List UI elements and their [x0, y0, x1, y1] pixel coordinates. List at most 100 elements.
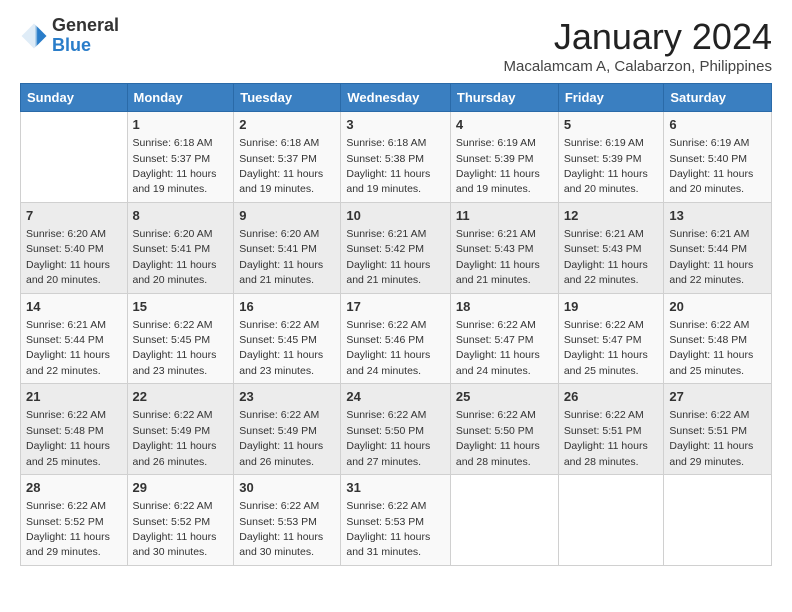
day-info: Sunrise: 6:21 AM Sunset: 5:42 PM Dayligh…: [346, 228, 430, 286]
day-info: Sunrise: 6:21 AM Sunset: 5:43 PM Dayligh…: [564, 228, 648, 286]
day-info: Sunrise: 6:22 AM Sunset: 5:53 PM Dayligh…: [346, 500, 430, 558]
day-info: Sunrise: 6:22 AM Sunset: 5:52 PM Dayligh…: [133, 500, 217, 558]
day-number: 26: [564, 388, 659, 406]
day-info: Sunrise: 6:22 AM Sunset: 5:50 PM Dayligh…: [346, 409, 430, 467]
day-number: 31: [346, 479, 445, 497]
calendar-week-row: 14 Sunrise: 6:21 AM Sunset: 5:44 PM Dayli…: [21, 293, 772, 384]
day-header-thursday: Thursday: [450, 84, 558, 112]
day-number: 28: [26, 479, 122, 497]
day-info: Sunrise: 6:22 AM Sunset: 5:52 PM Dayligh…: [26, 500, 110, 558]
calendar-cell: [450, 475, 558, 566]
day-header-sunday: Sunday: [21, 84, 128, 112]
day-info: Sunrise: 6:21 AM Sunset: 5:44 PM Dayligh…: [26, 319, 110, 377]
calendar-header-row: SundayMondayTuesdayWednesdayThursdayFrid…: [21, 84, 772, 112]
day-number: 24: [346, 388, 445, 406]
day-number: 22: [133, 388, 229, 406]
day-number: 16: [239, 298, 335, 316]
calendar-cell: 9 Sunrise: 6:20 AM Sunset: 5:41 PM Daylig…: [234, 202, 341, 293]
calendar-cell: 15 Sunrise: 6:22 AM Sunset: 5:45 PM Dayli…: [127, 293, 234, 384]
day-number: 19: [564, 298, 659, 316]
day-info: Sunrise: 6:21 AM Sunset: 5:43 PM Dayligh…: [456, 228, 540, 286]
day-info: Sunrise: 6:22 AM Sunset: 5:47 PM Dayligh…: [456, 319, 540, 377]
logo-icon: [20, 22, 48, 50]
calendar-cell: 14 Sunrise: 6:21 AM Sunset: 5:44 PM Dayli…: [21, 293, 128, 384]
calendar-cell: 11 Sunrise: 6:21 AM Sunset: 5:43 PM Dayli…: [450, 202, 558, 293]
calendar-cell: 18 Sunrise: 6:22 AM Sunset: 5:47 PM Dayli…: [450, 293, 558, 384]
day-info: Sunrise: 6:22 AM Sunset: 5:47 PM Dayligh…: [564, 319, 648, 377]
calendar-cell: 19 Sunrise: 6:22 AM Sunset: 5:47 PM Dayli…: [558, 293, 664, 384]
day-number: 8: [133, 207, 229, 225]
day-info: Sunrise: 6:22 AM Sunset: 5:48 PM Dayligh…: [26, 409, 110, 467]
day-number: 7: [26, 207, 122, 225]
calendar-cell: 26 Sunrise: 6:22 AM Sunset: 5:51 PM Dayli…: [558, 384, 664, 475]
day-info: Sunrise: 6:22 AM Sunset: 5:45 PM Dayligh…: [239, 319, 323, 377]
calendar-cell: 28 Sunrise: 6:22 AM Sunset: 5:52 PM Dayli…: [21, 475, 128, 566]
day-info: Sunrise: 6:22 AM Sunset: 5:53 PM Dayligh…: [239, 500, 323, 558]
calendar-cell: 5 Sunrise: 6:19 AM Sunset: 5:39 PM Daylig…: [558, 112, 664, 203]
calendar-cell: 3 Sunrise: 6:18 AM Sunset: 5:38 PM Daylig…: [341, 112, 451, 203]
day-info: Sunrise: 6:22 AM Sunset: 5:50 PM Dayligh…: [456, 409, 540, 467]
day-number: 3: [346, 116, 445, 134]
title-area: January 2024 Macalamcam A, Calabarzon, P…: [504, 16, 772, 75]
day-header-friday: Friday: [558, 84, 664, 112]
day-info: Sunrise: 6:19 AM Sunset: 5:39 PM Dayligh…: [456, 137, 540, 195]
day-info: Sunrise: 6:18 AM Sunset: 5:37 PM Dayligh…: [133, 137, 217, 195]
calendar-cell: 1Sunrise: 6:18 AM Sunset: 5:37 PM Daylig…: [127, 112, 234, 203]
calendar-week-row: 21 Sunrise: 6:22 AM Sunset: 5:48 PM Dayli…: [21, 384, 772, 475]
day-number: 18: [456, 298, 553, 316]
logo-general: General: [52, 16, 119, 36]
day-number: 15: [133, 298, 229, 316]
calendar-table: SundayMondayTuesdayWednesdayThursdayFrid…: [20, 83, 772, 566]
calendar-week-row: 1Sunrise: 6:18 AM Sunset: 5:37 PM Daylig…: [21, 112, 772, 203]
day-number: 23: [239, 388, 335, 406]
day-info: Sunrise: 6:22 AM Sunset: 5:49 PM Dayligh…: [239, 409, 323, 467]
day-info: Sunrise: 6:18 AM Sunset: 5:38 PM Dayligh…: [346, 137, 430, 195]
calendar-cell: 16 Sunrise: 6:22 AM Sunset: 5:45 PM Dayli…: [234, 293, 341, 384]
location-subtitle: Macalamcam A, Calabarzon, Philippines: [504, 58, 772, 75]
day-info: Sunrise: 6:22 AM Sunset: 5:51 PM Dayligh…: [669, 409, 753, 467]
calendar-cell: [558, 475, 664, 566]
calendar-cell: 12 Sunrise: 6:21 AM Sunset: 5:43 PM Dayli…: [558, 202, 664, 293]
calendar-week-row: 28 Sunrise: 6:22 AM Sunset: 5:52 PM Dayli…: [21, 475, 772, 566]
calendar-cell: 13 Sunrise: 6:21 AM Sunset: 5:44 PM Dayli…: [664, 202, 772, 293]
calendar-cell: 20Sunrise: 6:22 AM Sunset: 5:48 PM Dayli…: [664, 293, 772, 384]
day-info: Sunrise: 6:22 AM Sunset: 5:51 PM Dayligh…: [564, 409, 648, 467]
day-number: 11: [456, 207, 553, 225]
day-info: Sunrise: 6:20 AM Sunset: 5:41 PM Dayligh…: [133, 228, 217, 286]
day-info: Sunrise: 6:21 AM Sunset: 5:44 PM Dayligh…: [669, 228, 753, 286]
day-number: 14: [26, 298, 122, 316]
day-number: 21: [26, 388, 122, 406]
day-number: 17: [346, 298, 445, 316]
day-info: Sunrise: 6:19 AM Sunset: 5:40 PM Dayligh…: [669, 137, 753, 195]
calendar-cell: 4 Sunrise: 6:19 AM Sunset: 5:39 PM Daylig…: [450, 112, 558, 203]
calendar-cell: 7Sunrise: 6:20 AM Sunset: 5:40 PM Daylig…: [21, 202, 128, 293]
calendar-cell: 17 Sunrise: 6:22 AM Sunset: 5:46 PM Dayli…: [341, 293, 451, 384]
day-info: Sunrise: 6:20 AM Sunset: 5:41 PM Dayligh…: [239, 228, 323, 286]
logo: General Blue: [20, 16, 119, 56]
calendar-cell: 29 Sunrise: 6:22 AM Sunset: 5:52 PM Dayli…: [127, 475, 234, 566]
calendar-cell: 21 Sunrise: 6:22 AM Sunset: 5:48 PM Dayli…: [21, 384, 128, 475]
calendar-cell: 27 Sunrise: 6:22 AM Sunset: 5:51 PM Dayli…: [664, 384, 772, 475]
day-header-saturday: Saturday: [664, 84, 772, 112]
calendar-week-row: 7Sunrise: 6:20 AM Sunset: 5:40 PM Daylig…: [21, 202, 772, 293]
day-number: 12: [564, 207, 659, 225]
day-info: Sunrise: 6:22 AM Sunset: 5:46 PM Dayligh…: [346, 319, 430, 377]
day-number: 27: [669, 388, 766, 406]
day-info: Sunrise: 6:22 AM Sunset: 5:45 PM Dayligh…: [133, 319, 217, 377]
day-number: 5: [564, 116, 659, 134]
day-info: Sunrise: 6:22 AM Sunset: 5:49 PM Dayligh…: [133, 409, 217, 467]
day-number: 13: [669, 207, 766, 225]
calendar-cell: 8 Sunrise: 6:20 AM Sunset: 5:41 PM Daylig…: [127, 202, 234, 293]
logo-text: General Blue: [52, 16, 119, 56]
day-number: 29: [133, 479, 229, 497]
day-info: Sunrise: 6:19 AM Sunset: 5:39 PM Dayligh…: [564, 137, 648, 195]
day-number: 4: [456, 116, 553, 134]
day-header-tuesday: Tuesday: [234, 84, 341, 112]
calendar-cell: [21, 112, 128, 203]
day-number: 30: [239, 479, 335, 497]
day-number: 2: [239, 116, 335, 134]
day-number: 25: [456, 388, 553, 406]
header: General Blue January 2024 Macalamcam A, …: [20, 16, 772, 75]
day-number: 9: [239, 207, 335, 225]
calendar-cell: 25 Sunrise: 6:22 AM Sunset: 5:50 PM Dayli…: [450, 384, 558, 475]
